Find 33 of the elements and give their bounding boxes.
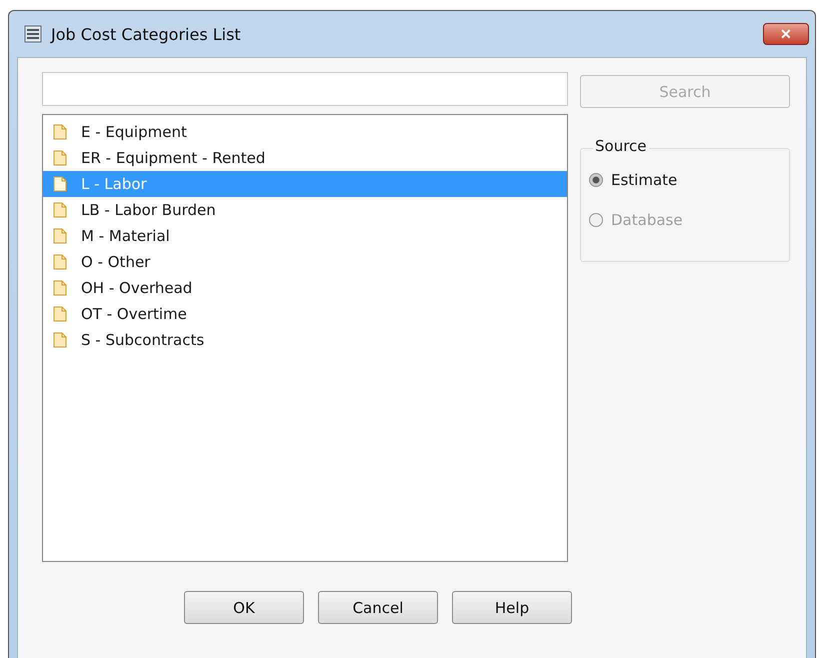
item-label: OH - Overhead: [81, 279, 192, 297]
list-item[interactable]: O - Other: [43, 249, 567, 275]
item-label: ER - Equipment - Rented: [81, 149, 266, 167]
dialog-button[interactable]: Cancel: [318, 591, 438, 624]
document-icon: [53, 228, 67, 244]
document-icon: [53, 254, 67, 270]
search-field[interactable]: [42, 72, 568, 106]
list-item[interactable]: LB - Labor Burden: [43, 197, 567, 223]
item-label: M - Material: [81, 227, 170, 245]
item-label: L - Labor: [81, 175, 147, 193]
radio-option[interactable]: Estimate: [589, 171, 789, 189]
list-item[interactable]: E - Equipment: [43, 119, 567, 145]
document-icon: [53, 280, 67, 296]
list-icon: [23, 24, 43, 44]
list-item[interactable]: OH - Overhead: [43, 275, 567, 301]
list-item[interactable]: ER - Equipment - Rented: [43, 145, 567, 171]
document-icon: [53, 176, 67, 192]
document-icon: [53, 306, 67, 322]
list-item[interactable]: M - Material: [43, 223, 567, 249]
document-icon: [53, 150, 67, 166]
window-title: Job Cost Categories List: [51, 24, 242, 44]
document-icon: [53, 124, 67, 140]
item-label: O - Other: [81, 253, 150, 271]
document-icon: [53, 332, 67, 348]
dialog-button[interactable]: OK: [184, 591, 304, 624]
item-label: S - Subcontracts: [81, 331, 204, 349]
item-label: E - Equipment: [81, 123, 187, 141]
list-item[interactable]: S - Subcontracts: [43, 327, 567, 353]
document-icon: [53, 202, 67, 218]
list-item[interactable]: OT - Overtime: [43, 301, 567, 327]
dialog-button[interactable]: Help: [452, 591, 572, 624]
item-label: OT - Overtime: [81, 305, 187, 323]
item-label: LB - Labor Burden: [81, 201, 216, 219]
